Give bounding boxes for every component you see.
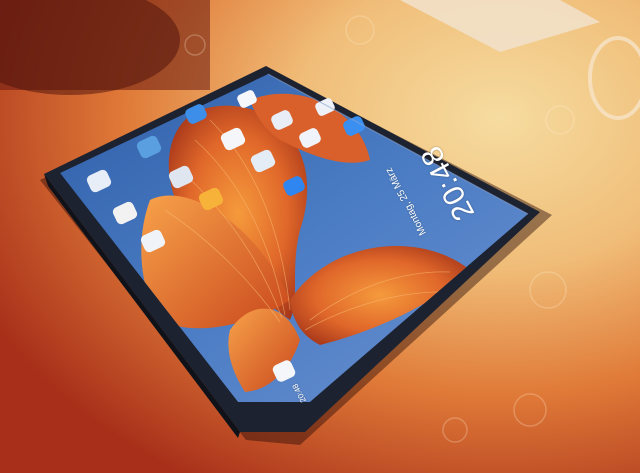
photo-scene bbox=[0, 0, 640, 473]
